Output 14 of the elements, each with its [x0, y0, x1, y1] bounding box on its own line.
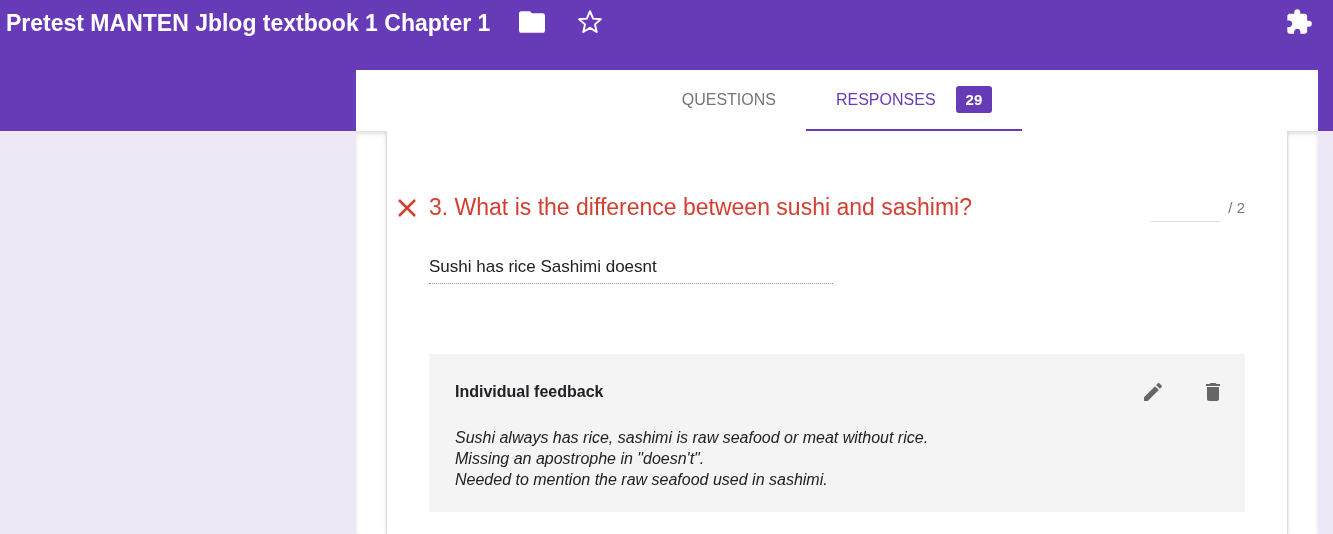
max-score: / 2	[1228, 199, 1245, 216]
answer-text: Sushi has rice Sashimi doesnt	[429, 257, 833, 284]
feedback-line: Sushi always has rice, sashimi is raw seafood or meat without rice.	[455, 428, 930, 448]
feedback-line: Needed to mention the raw seafood used in sashimi.	[455, 470, 829, 490]
count-badge: 29	[955, 86, 993, 113]
tab[interactable]: QUESTIONS	[651, 70, 806, 131]
edit-icon[interactable]	[1141, 380, 1165, 404]
puzzle-icon[interactable]	[1285, 8, 1313, 36]
feedback-heading: Individual feedback	[455, 383, 605, 401]
form-title: Pretest MANTEN Jblog textbook 1 Chapter 1	[6, 9, 491, 38]
folder-icon[interactable]	[518, 8, 547, 36]
star-icon[interactable]	[576, 8, 605, 36]
question-title: 3. What is the difference between sushi and sashimi?	[429, 194, 973, 221]
feedback-line: Missing an apostrophe in "doesn't".	[455, 449, 706, 469]
